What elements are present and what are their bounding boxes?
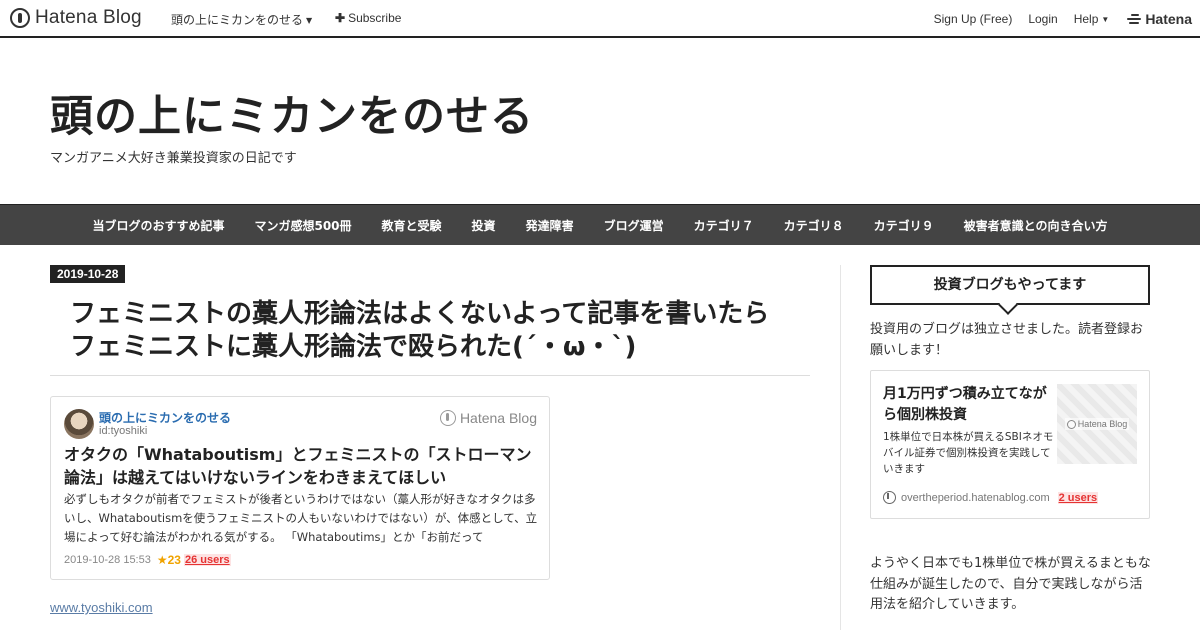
nav-item-education[interactable]: 教育と受験	[382, 217, 442, 234]
blog-header: 頭の上にミカンをのせる マンガアニメ大好き兼業投資家の日記です	[0, 40, 1200, 204]
nav-item-developmental[interactable]: 発達障害	[526, 217, 574, 234]
bookmark-users-badge[interactable]: 2 users	[1057, 491, 1099, 504]
hatena-blog-icon	[883, 491, 896, 504]
subscribe-button[interactable]: ✚ Subscribe	[335, 11, 401, 25]
embed-user-id: id:tyoshiki	[99, 425, 148, 437]
embed-excerpt: 必ずしもオタクが前者でフェミストが後者というわけではない（藁人形が好きなオタクは…	[64, 492, 538, 544]
hatena-blog-icon	[10, 8, 30, 28]
nav-item-recommended[interactable]: 当ブログのおすすめ記事	[92, 217, 224, 234]
plus-icon: ✚	[335, 11, 346, 25]
embed-datetime: 2019-10-28 15:53	[64, 554, 151, 566]
embed-meta: 2019-10-28 15:53 ★ 23 26 users	[64, 553, 231, 567]
speech-tail	[998, 295, 1018, 315]
blog-embed-card[interactable]: 頭の上にミカンをのせる id:tyoshiki Hatena Blog オタクの…	[50, 396, 550, 580]
category-nav: 当ブログのおすすめ記事 マンガ感想500冊 教育と受験 投資 発達障害 ブログ運…	[0, 204, 1200, 245]
login-link[interactable]: Login	[1028, 12, 1057, 26]
blog-title[interactable]: 頭の上にミカンをのせる	[50, 82, 534, 144]
sidebar-divider	[840, 265, 841, 630]
nav-item-category9[interactable]: カテゴリ９	[874, 217, 934, 234]
help-dropdown[interactable]: Help ▼	[1074, 12, 1110, 26]
bookmark-users-badge[interactable]: 26 users	[183, 554, 231, 566]
account-links: Sign Up (Free) Login Help ▼ Hatena	[918, 11, 1192, 27]
avatar	[64, 409, 94, 439]
sidebar-heading: 投資ブログもやってます	[870, 265, 1150, 315]
hatena-lines-icon	[1127, 14, 1142, 24]
embed-brand: Hatena Blog	[439, 410, 537, 426]
signup-link[interactable]: Sign Up (Free)	[934, 12, 1013, 26]
sidebar-blog-card[interactable]: 月1万円ずつ積み立てながら個別株投資 Hatena Blog 1株単位で日本株が…	[870, 370, 1150, 519]
card-domain[interactable]: overtheperiod.hatenablog.com	[901, 492, 1050, 504]
star-count: 23	[167, 553, 181, 567]
sidebar-text: ようやく日本でも1株単位で株が買えるまともな仕組みが誕生したので、自分で実践しな…	[870, 556, 1151, 612]
hatena-logo[interactable]: Hatena	[1127, 11, 1192, 27]
nav-item-victim-mindset[interactable]: 被害者意識との向き合い方	[964, 217, 1108, 234]
caret-down-icon: ▼	[1101, 15, 1110, 24]
card-description: 1株単位で日本株が買えるSBIネオモバイル証券で個別株投資を実践していきます	[883, 431, 1054, 475]
card-title[interactable]: 月1万円ずつ積み立てながら個別株投資	[883, 384, 1053, 426]
embed-blog-name[interactable]: 頭の上にミカンをのせる	[99, 409, 231, 426]
nav-item-category7[interactable]: カテゴリ７	[694, 217, 754, 234]
nav-item-manga[interactable]: マンガ感想500冊	[254, 217, 351, 234]
star-icon[interactable]: ★	[157, 553, 168, 567]
embed-title[interactable]: オタクの「Whataboutism」とフェミニストの「ストローマン論法」は越えて…	[64, 443, 540, 489]
source-link[interactable]: www.tyoshiki.com	[50, 600, 153, 615]
card-thumbnail[interactable]: Hatena Blog	[1057, 384, 1137, 464]
hatena-blog-icon	[439, 410, 456, 426]
entry-date[interactable]: 2019-10-28	[50, 265, 126, 283]
global-header: Hatena Blog 頭の上にミカンをのせる ▼ ✚ Subscribe Sign…	[0, 0, 1200, 38]
entry-title[interactable]: フェミニストの藁人形論法はよくないよって記事を書いたら フェミニストに藁人形論法…	[70, 298, 810, 364]
caret-down-icon: ▼	[306, 16, 313, 25]
nav-item-blog-management[interactable]: ブログ運営	[604, 217, 664, 234]
title-divider	[50, 375, 810, 376]
sidebar-intro: 投資用のブログは独立させました。読者登録お願いします！	[870, 322, 1144, 358]
hatena-blog-logo[interactable]: Hatena Blog	[10, 7, 142, 29]
hatena-blog-icon	[1066, 419, 1076, 429]
blog-menu-dropdown[interactable]: 頭の上にミカンをのせる ▼	[171, 11, 312, 28]
nav-item-investment[interactable]: 投資	[472, 217, 496, 234]
card-footer: overtheperiod.hatenablog.com 2 users	[883, 491, 1099, 504]
blog-description: マンガアニメ大好き兼業投資家の日記です	[50, 151, 297, 166]
nav-item-category8[interactable]: カテゴリ８	[784, 217, 844, 234]
